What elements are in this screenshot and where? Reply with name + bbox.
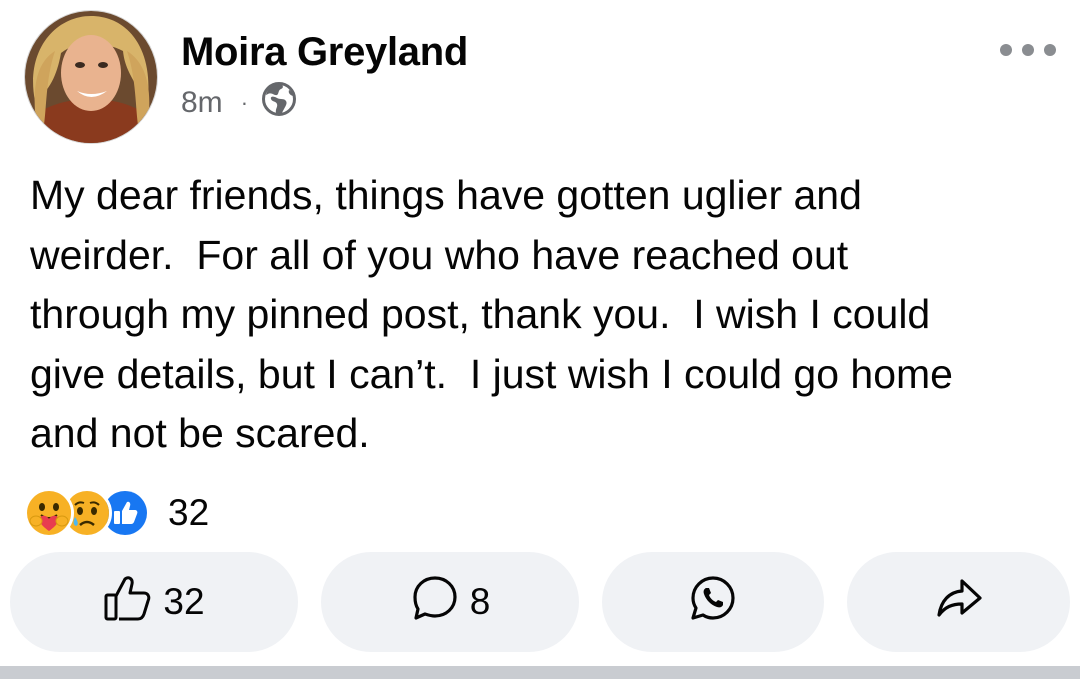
thumbs-up-icon xyxy=(103,573,153,632)
share-arrow-icon xyxy=(934,573,984,632)
post-text: My dear friends, things have gotten ugli… xyxy=(30,172,953,456)
reactions-summary[interactable]: 32 xyxy=(24,488,209,538)
reaction-count: 32 xyxy=(168,492,210,533)
comment-icon xyxy=(410,573,460,632)
author-name[interactable]: Moira Greyland xyxy=(181,30,468,75)
meta-separator: · xyxy=(240,90,249,115)
more-options-icon[interactable] xyxy=(1000,38,1056,62)
whatsapp-share-button[interactable] xyxy=(602,552,824,652)
care-reaction-icon xyxy=(24,488,74,538)
comment-button[interactable]: 8 xyxy=(321,552,579,652)
globe-icon xyxy=(262,82,297,124)
post-timestamp[interactable]: 8m xyxy=(181,86,223,120)
post-divider xyxy=(0,666,1080,679)
like-count: 32 xyxy=(163,581,205,622)
post-card: Moira Greyland 8m · My dear friends, thi… xyxy=(0,0,1080,679)
comment-count: 8 xyxy=(469,581,491,622)
action-bar: 32 8 xyxy=(10,552,1070,652)
share-button[interactable] xyxy=(847,552,1070,652)
author-avatar[interactable] xyxy=(24,10,158,144)
like-button[interactable]: 32 xyxy=(10,552,298,652)
whatsapp-icon xyxy=(688,573,738,632)
post-meta: 8m · xyxy=(181,82,297,124)
